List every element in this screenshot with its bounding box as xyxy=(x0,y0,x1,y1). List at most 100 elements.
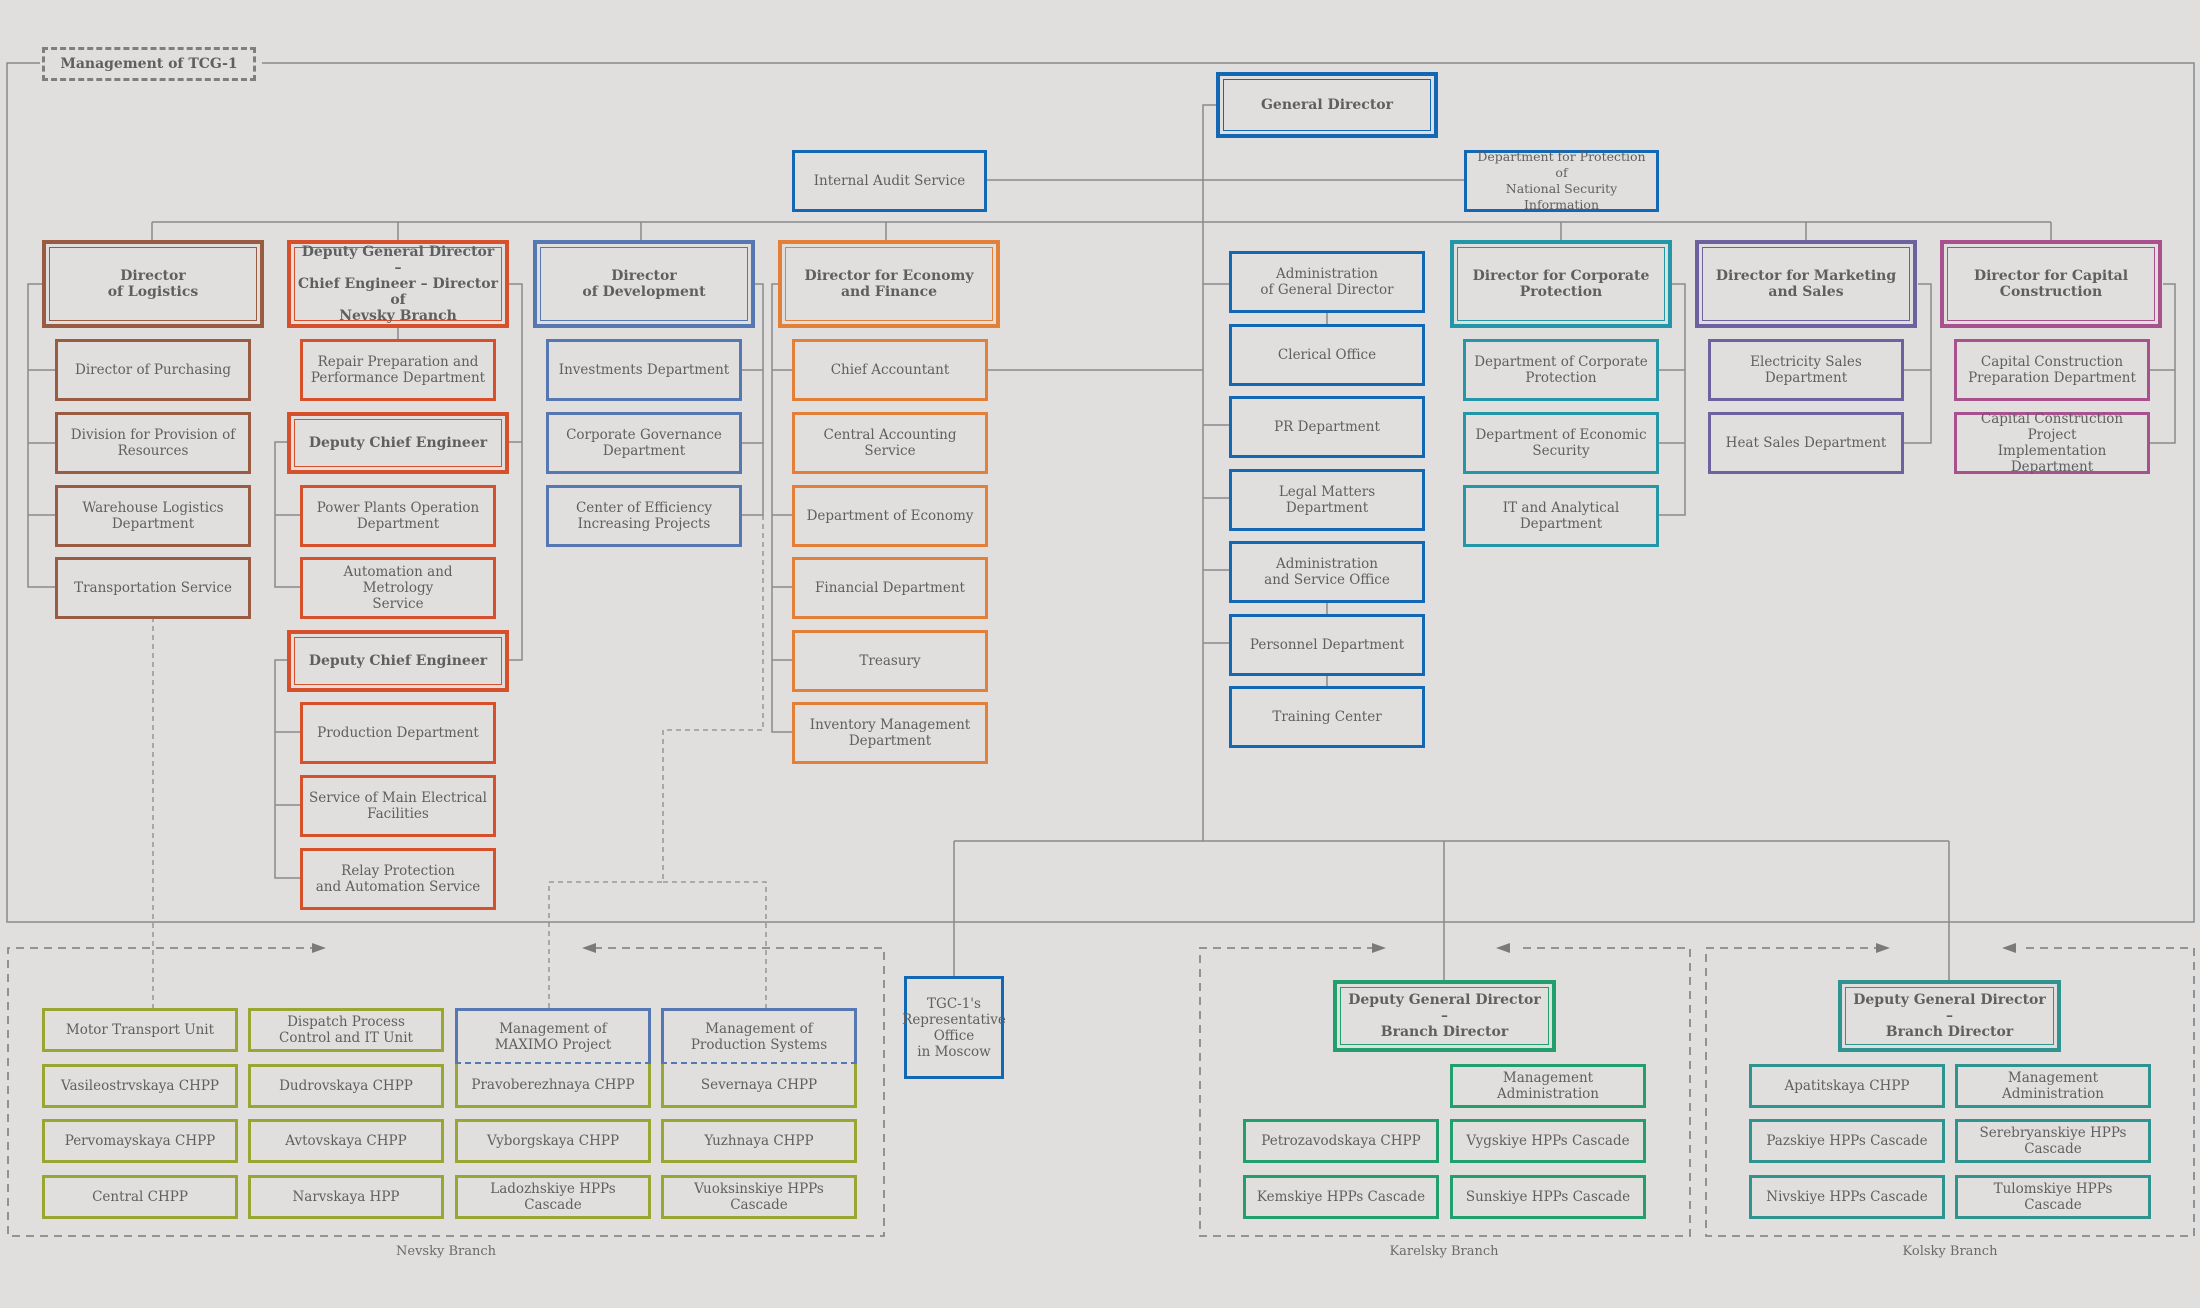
karelsky-item[interactable]: Vygskiye HPPs Cascade xyxy=(1450,1119,1646,1163)
gd-admin-item[interactable]: Training Center xyxy=(1229,686,1425,748)
director-marketing-box[interactable]: Director for Marketing and Sales xyxy=(1695,240,1917,328)
gd-admin-item-label: Training Center xyxy=(1272,709,1382,725)
karelsky-branch-director-box[interactable]: Deputy General Director – Branch Directo… xyxy=(1333,980,1556,1052)
diagram-title-text: Management of TCG-1 xyxy=(60,56,238,72)
maximo-project-box[interactable]: Management of MAXIMO Project xyxy=(455,1008,651,1064)
director-corporate-protection-box[interactable]: Director for Corporate Protection xyxy=(1450,240,1672,328)
marketing-item-label: Heat Sales Department xyxy=(1725,435,1887,451)
nevsky-item[interactable]: Avtovskaya CHPP xyxy=(248,1119,444,1163)
gd-admin-item[interactable]: Legal Matters Department xyxy=(1229,469,1425,531)
kolsky-item-label: Apatitskaya CHPP xyxy=(1784,1078,1910,1094)
karelsky-item[interactable]: Kemskiye HPPs Cascade xyxy=(1243,1175,1439,1219)
nevsky-item[interactable]: Dudrovskaya CHPP xyxy=(248,1064,444,1108)
director-marketing-label: Director for Marketing and Sales xyxy=(1715,268,1897,300)
gd-admin-item[interactable]: Administration of General Director xyxy=(1229,251,1425,313)
nevsky-item[interactable]: Vyborgskaya CHPP xyxy=(455,1119,651,1163)
director-capital-construction-box[interactable]: Director for Capital Construction xyxy=(1940,240,2162,328)
gd-admin-item[interactable]: Personnel Department xyxy=(1229,614,1425,676)
chief-engineer-item-label: Production Department xyxy=(317,725,479,741)
nevsky-item[interactable]: Severnaya CHPP xyxy=(661,1064,857,1108)
deputy-chief-engineer-box[interactable]: Deputy Chief Engineer xyxy=(287,630,509,692)
logistics-item[interactable]: Warehouse Logistics Department xyxy=(55,485,251,547)
karelsky-item[interactable]: Petrozavodskaya CHPP xyxy=(1243,1119,1439,1163)
nevsky-item[interactable]: Pervomayskaya CHPP xyxy=(42,1119,238,1163)
national-security-box[interactable]: Department for Protection of National Se… xyxy=(1464,149,1659,212)
chief-engineer-item[interactable]: Service of Main Electrical Facilities xyxy=(300,775,496,837)
nevsky-item-label: Vasileostrvskaya CHPP xyxy=(60,1078,220,1094)
maximo-project-label: Management of MAXIMO Project xyxy=(494,1020,612,1053)
chief-engineer-item[interactable]: Relay Protection and Automation Service xyxy=(300,848,496,910)
economy-item[interactable]: Treasury xyxy=(792,630,988,692)
general-director-box[interactable]: General Director xyxy=(1216,72,1438,138)
repair-preparation-box[interactable]: Repair Preparation and Performance Depar… xyxy=(300,339,496,401)
development-item[interactable]: Center of Efficiency Increasing Projects xyxy=(546,485,742,547)
chief-engineer-item-label: Power Plants Operation Department xyxy=(316,500,480,532)
logistics-item[interactable]: Director of Purchasing xyxy=(55,339,251,401)
gd-admin-item-label: Clerical Office xyxy=(1277,347,1377,363)
production-systems-box[interactable]: Management of Production Systems xyxy=(661,1008,857,1064)
logistics-item[interactable]: Transportation Service xyxy=(55,557,251,619)
director-logistics-box[interactable]: Director of Logistics xyxy=(42,240,264,328)
director-development-box[interactable]: Director of Development xyxy=(533,240,755,328)
chief-engineer-item[interactable]: Automation and Metrology Service xyxy=(300,557,496,619)
development-item[interactable]: Investments Department xyxy=(546,339,742,401)
nevsky-item-label: Yuzhnaya CHPP xyxy=(704,1133,814,1149)
logistics-item-label: Division for Provision of Resources xyxy=(70,427,236,459)
economy-item[interactable]: Chief Accountant xyxy=(792,339,988,401)
economy-item[interactable]: Financial Department xyxy=(792,557,988,619)
nevsky-item-label: Narvskaya HPP xyxy=(292,1189,400,1205)
nevsky-item[interactable]: Motor Transport Unit xyxy=(42,1008,238,1052)
deputy-chief-engineer-label: Deputy Chief Engineer xyxy=(308,435,488,451)
logistics-item[interactable]: Division for Provision of Resources xyxy=(55,412,251,474)
arrow-left-icon xyxy=(582,943,596,953)
deputy-chief-engineer-box[interactable]: Deputy Chief Engineer xyxy=(287,412,509,474)
chief-engineer-item[interactable]: Power Plants Operation Department xyxy=(300,485,496,547)
development-item[interactable]: Corporate Governance Department xyxy=(546,412,742,474)
gd-admin-item[interactable]: Clerical Office xyxy=(1229,324,1425,386)
nevsky-item[interactable]: Pravoberezhnaya CHPP xyxy=(455,1064,651,1108)
nevsky-item[interactable]: Vuoksinskiye HPPs Cascade xyxy=(661,1175,857,1219)
economy-item-label: Chief Accountant xyxy=(830,362,950,378)
kolsky-item[interactable]: Pazskiye HPPs Cascade xyxy=(1749,1119,1945,1163)
gd-admin-item[interactable]: Administration and Service Office xyxy=(1229,541,1425,603)
gd-admin-item-label: PR Department xyxy=(1274,419,1380,435)
kolsky-branch-director-label: Deputy General Director – Branch Directo… xyxy=(1853,992,2046,1040)
kolsky-item[interactable]: Nivskiye HPPs Cascade xyxy=(1749,1175,1945,1219)
nevsky-item[interactable]: Central CHPP xyxy=(42,1175,238,1219)
nevsky-item[interactable]: Narvskaya HPP xyxy=(248,1175,444,1219)
corporate-protection-item[interactable]: IT and Analytical Department xyxy=(1463,485,1659,547)
internal-audit-box[interactable]: Internal Audit Service xyxy=(792,150,987,212)
capital-item[interactable]: Capital Construction Project Implementat… xyxy=(1954,411,2150,475)
nevsky-item-label: Dudrovskaya CHPP xyxy=(279,1078,413,1094)
kolsky-item[interactable]: Serebryanskiye HPPs Cascade xyxy=(1955,1119,2151,1163)
director-economy-box[interactable]: Director for Economy and Finance xyxy=(778,240,1000,328)
nevsky-item-label: Pravoberezhnaya CHPP xyxy=(471,1076,635,1093)
nevsky-item[interactable]: Yuzhnaya CHPP xyxy=(661,1119,857,1163)
karelsky-item[interactable]: Management Administration xyxy=(1450,1064,1646,1108)
gd-admin-item[interactable]: PR Department xyxy=(1229,396,1425,458)
arrow-left-icon xyxy=(1496,943,1510,953)
karelsky-item[interactable]: Sunskiye HPPs Cascade xyxy=(1450,1175,1646,1219)
nevsky-item[interactable]: Vasileostrvskaya CHPP xyxy=(42,1064,238,1108)
arrow-left-icon xyxy=(2002,943,2016,953)
kolsky-item[interactable]: Management Administration xyxy=(1955,1064,2151,1108)
nevsky-item[interactable]: Ladozhskiye HPPs Cascade xyxy=(455,1175,651,1219)
chief-engineer-box[interactable]: Deputy General Director – Chief Engineer… xyxy=(287,240,509,328)
kolsky-item[interactable]: Apatitskaya CHPP xyxy=(1749,1064,1945,1108)
marketing-item-label: Electricity Sales Department xyxy=(1750,354,1862,386)
marketing-item[interactable]: Electricity Sales Department xyxy=(1708,339,1904,401)
director-development-label: Director of Development xyxy=(582,268,706,300)
corporate-protection-item[interactable]: Department of Corporate Protection xyxy=(1463,339,1659,401)
chief-engineer-item[interactable]: Production Department xyxy=(300,702,496,764)
moscow-office-box[interactable]: TGC-1's Representative Office in Moscow xyxy=(902,976,1006,1079)
economy-item[interactable]: Department of Economy xyxy=(792,485,988,547)
nevsky-item[interactable]: Dispatch Process Control and IT Unit xyxy=(248,1008,444,1052)
kolsky-item[interactable]: Tulomskiye HPPs Cascade xyxy=(1955,1175,2151,1219)
capital-item[interactable]: Capital Construction Preparation Departm… xyxy=(1954,339,2150,401)
corporate-protection-item[interactable]: Department of Economic Security xyxy=(1463,412,1659,474)
marketing-item[interactable]: Heat Sales Department xyxy=(1708,412,1904,474)
kolsky-branch-director-box[interactable]: Deputy General Director – Branch Directo… xyxy=(1838,980,2061,1052)
economy-item[interactable]: Central Accounting Service xyxy=(792,412,988,474)
economy-item[interactable]: Inventory Management Department xyxy=(792,702,988,764)
karelsky-item-label: Management Administration xyxy=(1497,1070,1599,1102)
